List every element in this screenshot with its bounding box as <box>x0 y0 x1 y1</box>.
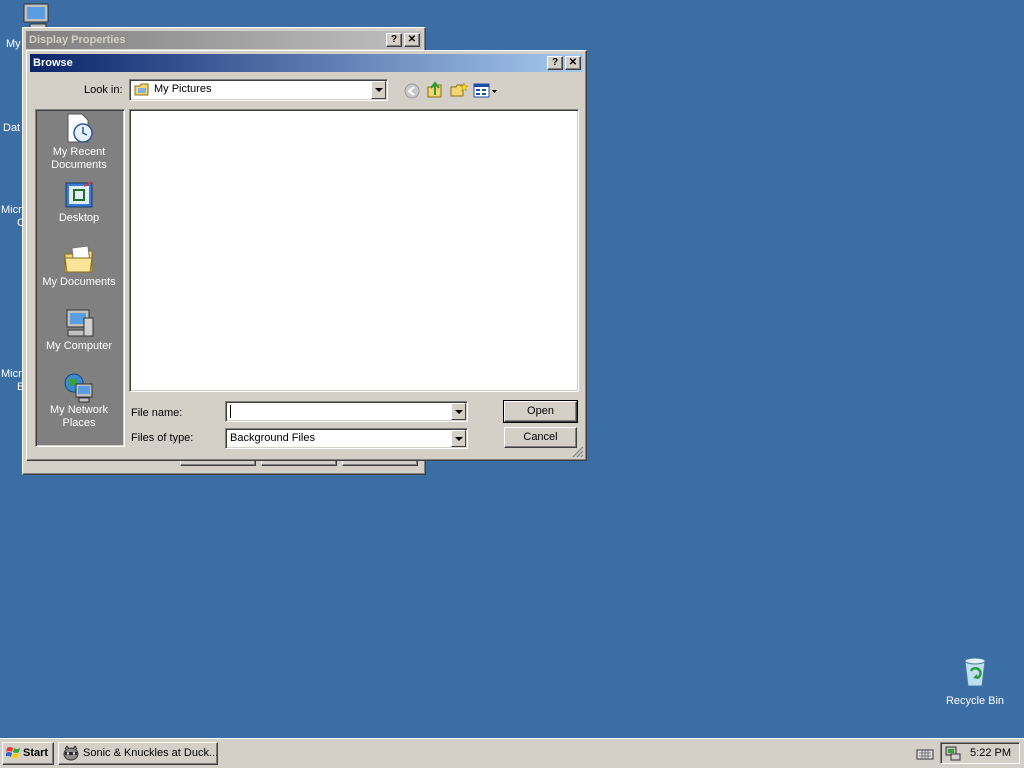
place-label: My Documents <box>42 276 116 288</box>
place-desktop[interactable]: Desktop <box>36 180 122 225</box>
display-properties-titlebar[interactable]: Display Properties ? ✕ <box>26 31 422 49</box>
desktop-icon-label: Micr <box>1 368 22 380</box>
look-in-dropdown-arrow[interactable] <box>371 81 386 99</box>
views-icon <box>473 83 497 98</box>
start-label: Start <box>23 747 49 759</box>
browse-titlebar[interactable]: Browse ? ✕ <box>30 54 583 72</box>
recent-documents-icon <box>67 113 93 143</box>
my-computer-icon <box>66 309 94 337</box>
place-my-computer[interactable]: My Computer <box>36 308 122 353</box>
look-in-label: Look in: <box>84 84 123 96</box>
files-of-type-label: Files of type: <box>131 432 194 444</box>
file-name-label: File name: <box>131 407 183 419</box>
back-icon[interactable] <box>404 83 420 99</box>
folder-icon <box>134 83 149 96</box>
place-my-recent-documents[interactable]: My Recent Documents <box>36 112 122 172</box>
windows-logo-icon <box>6 747 20 758</box>
desktop-icon-label: Recycle Bin <box>945 695 1005 707</box>
desktop-icon <box>65 181 93 208</box>
views-menu-button[interactable] <box>473 82 499 100</box>
clock: 5:22 PM <box>970 747 1011 759</box>
places-bar: My Recent Documents Desktop My Documents <box>35 109 125 447</box>
browse-close-button[interactable]: ✕ <box>565 56 581 70</box>
display-properties-close-button[interactable]: ✕ <box>404 33 420 47</box>
file-list-view[interactable] <box>129 109 579 392</box>
network-tray-icon[interactable] <box>945 745 961 761</box>
up-folder-icon[interactable] <box>426 81 444 99</box>
place-label: My Recent Documents <box>51 146 107 171</box>
recycle-bin-icon <box>964 657 986 687</box>
files-of-type-value: Background Files <box>230 432 315 444</box>
place-label: My Network Places <box>49 404 109 429</box>
file-name-combo[interactable] <box>225 401 468 422</box>
text-caret <box>230 405 231 418</box>
look-in-combo[interactable]: My Pictures <box>129 79 388 101</box>
taskbar-task-button[interactable]: Sonic & Knuckles at Duck... <box>58 742 218 765</box>
look-in-value: My Pictures <box>154 83 212 95</box>
network-places-icon <box>64 373 93 403</box>
new-folder-icon[interactable] <box>450 81 468 99</box>
raccoon-app-icon <box>63 745 79 761</box>
desktop-icon-recycle-bin[interactable]: Recycle Bin <box>940 656 1010 712</box>
file-name-dropdown-arrow[interactable] <box>451 403 466 420</box>
desktop-icon-label: Micr <box>1 204 22 216</box>
system-tray: 5:22 PM <box>940 742 1020 764</box>
open-button[interactable]: Open <box>503 400 578 423</box>
taskbar: Start Sonic & Knuckles at Duck... 5:22 P… <box>0 738 1024 768</box>
keyboard-icon[interactable] <box>916 747 934 761</box>
place-label: My Computer <box>45 340 113 352</box>
display-properties-help-button[interactable]: ? <box>386 33 402 47</box>
display-properties-title: Display Properties <box>29 34 126 46</box>
place-my-network-places[interactable]: My Network Places <box>36 372 122 430</box>
place-my-documents[interactable]: My Documents <box>36 244 122 289</box>
my-documents-icon <box>64 245 93 273</box>
files-of-type-dropdown-arrow[interactable] <box>451 430 466 447</box>
place-label: Desktop <box>58 212 100 224</box>
size-grip-icon[interactable] <box>572 446 584 458</box>
cancel-button[interactable]: Cancel <box>504 427 577 448</box>
browse-dialog[interactable]: Browse ? ✕ Look in: My Pictures My Recen… <box>26 50 587 461</box>
start-button[interactable]: Start <box>2 742 54 765</box>
browse-title: Browse <box>33 57 73 69</box>
desktop-icon-label: My <box>6 38 21 50</box>
desktop-icon-label: Dat <box>3 122 21 134</box>
taskbar-task-label: Sonic & Knuckles at Duck... <box>83 747 218 759</box>
files-of-type-combo[interactable]: Background Files <box>225 428 468 449</box>
browse-help-button[interactable]: ? <box>547 56 563 70</box>
